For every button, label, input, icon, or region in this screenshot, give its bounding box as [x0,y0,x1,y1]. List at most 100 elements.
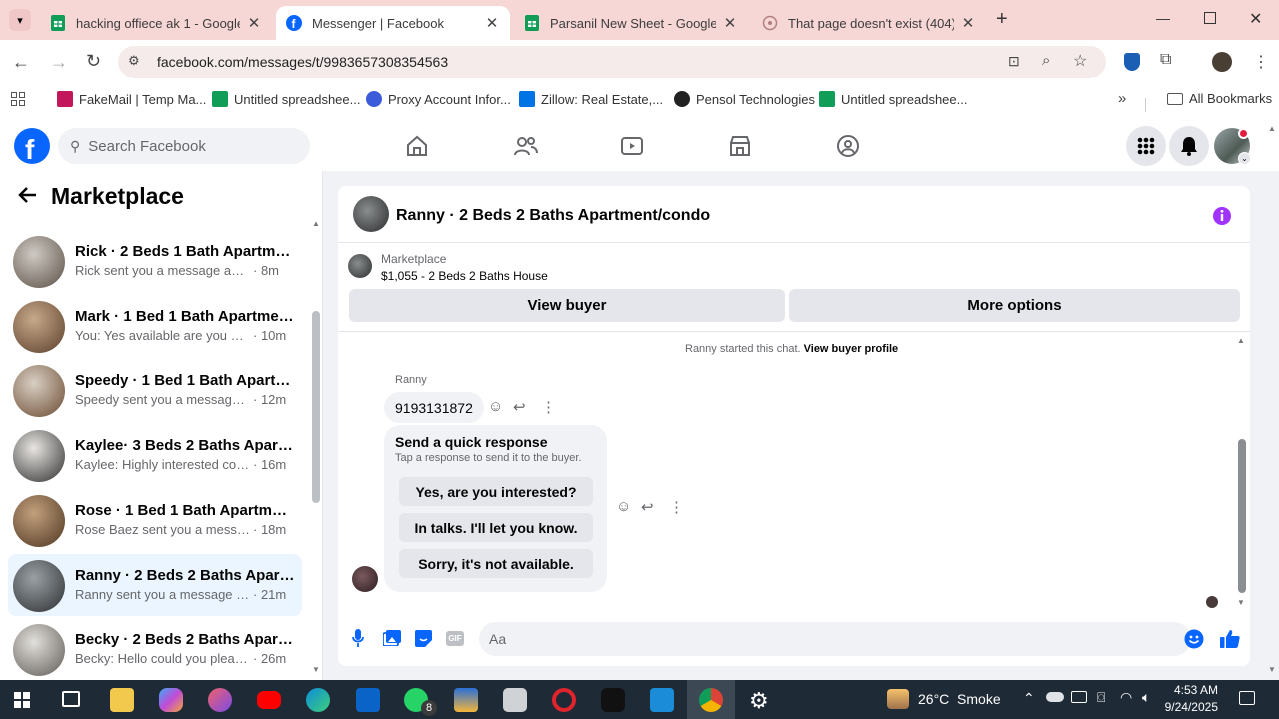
new-tab-icon[interactable]: + [996,8,1008,31]
chat-title[interactable]: Ranny · 2 Beds 2 Baths Apartment/condo [396,207,710,225]
home-icon[interactable] [405,134,429,158]
close-tab-icon[interactable]: ✕ [484,14,500,32]
more-bookmarks-icon[interactable]: » [1118,90,1126,107]
search-input[interactable]: ⚲ Search Facebook [58,128,310,164]
chat-scrollbar[interactable] [1238,439,1246,593]
tab-messenger[interactable]: f Messenger | Facebook ✕ [276,6,510,40]
more-actions-icon[interactable]: ⋮ [541,398,556,416]
all-bookmarks[interactable]: All Bookmarks [1167,91,1272,106]
bookmark-fakemail[interactable]: FakeMail | Temp Ma... [57,91,206,107]
restore-icon[interactable] [1204,12,1216,24]
tiktok-icon[interactable] [601,688,625,712]
bookmark-star-icon[interactable]: ☆ [1073,51,1087,71]
conversation-item[interactable]: Kaylee· 3 Beds 2 Baths Apartment/condo Ka… [8,424,302,486]
photo-icon[interactable] [383,630,401,646]
quick-reply-interested[interactable]: Yes, are you interested? [399,477,593,506]
conversation-item[interactable]: Rose · 1 Bed 1 Bath Apartment/condo Rose … [8,489,302,551]
facebook-logo-icon[interactable]: f [14,128,50,164]
listing-title[interactable]: $1,055 - 2 Beds 2 Baths House [381,269,548,283]
conversation-item[interactable]: Speedy · 1 Bed 1 Bath Apartment/condo Spe… [8,359,302,421]
outlook-icon[interactable] [356,688,380,712]
notifications-bell-icon[interactable] [1169,126,1209,166]
youtube-icon[interactable] [257,691,281,709]
close-tab-icon[interactable]: ✕ [960,14,976,32]
bookmark-spreadsheet-1[interactable]: Untitled spreadshee... [212,91,360,107]
sticker-icon[interactable] [415,630,432,647]
view-buyer-button[interactable]: View buyer [349,289,785,322]
tab-sheets-2[interactable]: Parsanil New Sheet - Google Sheets ✕ [514,6,748,40]
more-actions-icon[interactable]: ⋮ [669,498,684,516]
close-tab-icon[interactable]: ✕ [246,14,262,32]
emoji-icon[interactable] [1184,629,1204,649]
close-tab-icon[interactable]: ✕ [722,14,738,32]
extension-shield-icon[interactable] [1124,53,1140,71]
bookmark-pensol[interactable]: Pensol Technologies [674,91,815,107]
info-icon[interactable] [1212,206,1232,226]
marketplace-icon[interactable] [728,134,752,158]
react-emoji-icon[interactable]: ☺ [616,498,631,515]
friends-icon[interactable] [513,134,539,158]
message-input[interactable]: Aa [479,622,1204,656]
tray-chevron-icon[interactable]: ⌃ [1023,690,1035,707]
url-text[interactable]: facebook.com/messages/t/9983657308354563 [157,54,448,70]
notification-center-icon[interactable] [1239,691,1255,705]
page-scroll-up-icon[interactable]: ▲ [1268,124,1276,133]
tab-sheets-1[interactable]: hacking offiece ak 1 - Google Sheets ✕ [40,6,272,40]
close-window-icon[interactable]: ✕ [1249,9,1262,29]
tab-search-icon[interactable]: ▾ [9,9,31,31]
listing-thumbnail[interactable] [348,254,372,278]
groups-icon[interactable] [836,134,860,158]
conversation-item[interactable]: Becky · 2 Beds 2 Baths Apartment/condo Be… [8,618,302,680]
network-adapter-icon[interactable]: ⌼ [1097,689,1105,706]
reply-icon[interactable]: ↩ [513,398,526,416]
settings-app-icon[interactable] [503,688,527,712]
store-icon[interactable] [650,688,674,712]
message-bubble[interactable]: 9193131872 [384,392,484,423]
windows-start-icon[interactable] [14,692,30,708]
medal-app-icon[interactable] [454,688,478,712]
reload-icon[interactable]: ↻ [86,51,101,72]
back-icon[interactable]: ← [12,52,30,73]
clock-time[interactable]: 4:53 AM [1168,683,1218,697]
view-buyer-profile-link[interactable]: View buyer profile [804,343,899,355]
reply-icon[interactable]: ↩ [641,498,654,516]
install-app-icon[interactable]: ⊡ [1008,53,1020,70]
edge-icon[interactable] [306,688,330,712]
scroll-down-icon[interactable]: ▼ [312,665,320,674]
sidebar-scrollbar[interactable] [312,311,320,503]
bookmark-spreadsheet-2[interactable]: Untitled spreadshee... [819,91,967,107]
sender-avatar[interactable] [352,566,378,592]
weather-text[interactable]: 26°C Smoke [918,691,1001,707]
conversation-item[interactable]: Ranny · 2 Beds 2 Baths Apartment/condo Ra… [8,553,302,616]
volume-icon[interactable]: 🔈︎ [1142,689,1150,706]
microphone-icon[interactable] [352,629,364,647]
page-scroll-down-icon[interactable]: ▼ [1268,665,1276,674]
quick-reply-in-talks[interactable]: In talks. I'll let you know. [399,513,593,542]
extensions-puzzle-icon[interactable]: ⧉ [1160,51,1171,69]
scroll-up-icon[interactable]: ▲ [1237,336,1245,345]
address-bar[interactable]: ⚙ facebook.com/messages/t/99836573083545… [118,46,1106,78]
like-thumb-icon[interactable] [1220,629,1240,648]
clock-date[interactable]: 9/24/2025 [1160,700,1218,714]
opera-icon[interactable] [552,688,576,712]
wifi-icon[interactable]: ◠ [1120,689,1132,706]
profile-avatar[interactable] [1212,52,1232,72]
bookmark-zillow[interactable]: Zillow: Real Estate,... [519,91,663,107]
scroll-up-icon[interactable]: ▲ [312,219,320,228]
chrome-menu-icon[interactable]: ⋮ [1253,52,1269,72]
chevron-down-icon[interactable]: ⌄ [1238,152,1251,165]
video-icon[interactable] [620,134,644,158]
forward-icon[interactable]: → [50,52,68,73]
back-arrow-icon[interactable] [18,185,38,205]
conversation-item[interactable]: Rick · 2 Beds 1 Bath Apartment/condo Rick… [8,230,302,292]
zoom-icon[interactable]: ⌕ [1042,52,1050,69]
gif-icon[interactable]: GIF [446,631,464,646]
copilot-icon[interactable] [159,688,183,712]
file-explorer-icon[interactable] [110,688,134,712]
minimize-icon[interactable]: — [1156,10,1170,26]
apps-grid-icon[interactable] [11,92,25,106]
menu-grid-icon[interactable] [1126,126,1166,166]
quick-reply-not-available[interactable]: Sorry, it's not available. [399,549,593,578]
conversation-item[interactable]: Mark · 1 Bed 1 Bath Apartment/condo You: … [8,295,302,357]
scroll-down-icon[interactable]: ▼ [1237,598,1245,607]
